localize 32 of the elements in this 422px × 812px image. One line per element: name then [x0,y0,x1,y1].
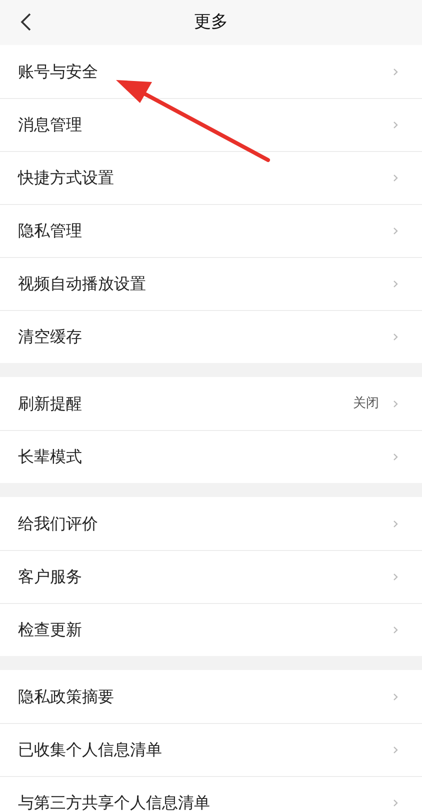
chevron-icon [393,68,398,76]
back-icon [20,12,32,32]
chevron-icon [393,626,398,634]
row-label: 快捷方式设置 [18,167,115,189]
page-title: 更多 [194,10,228,34]
chevron-icon [393,520,398,528]
chevron-icon [393,174,398,182]
row-label: 隐私政策摘要 [18,686,115,708]
chevron-icon [393,692,398,700]
chevron-icon [393,227,398,235]
chevron-icon [393,121,398,129]
row-label: 隐私管理 [18,220,83,242]
row-value: 关闭 [353,394,379,413]
row-label: 消息管理 [18,114,83,136]
chevron-icon [393,799,398,807]
row-label: 客户服务 [18,566,83,588]
row-label: 清空缓存 [18,326,83,348]
settings-row[interactable]: 与第三方共享个人信息清单 [0,776,422,812]
chevron-icon [393,280,398,288]
chevron-icon [393,400,398,408]
row-label: 视频自动播放设置 [18,273,147,295]
row-label: 给我们评价 [18,512,99,534]
row-label: 长辈模式 [18,446,83,468]
row-label: 检查更新 [18,619,83,641]
row-label: 已收集个人信息清单 [18,739,163,761]
chevron-icon [393,453,398,461]
chevron-icon [393,746,398,754]
row-label: 与第三方共享个人信息清单 [18,792,211,812]
row-label: 账号与安全 [18,60,99,82]
chevron-icon [393,573,398,581]
chevron-icon [393,333,398,341]
row-label: 刷新提醒 [18,392,83,414]
